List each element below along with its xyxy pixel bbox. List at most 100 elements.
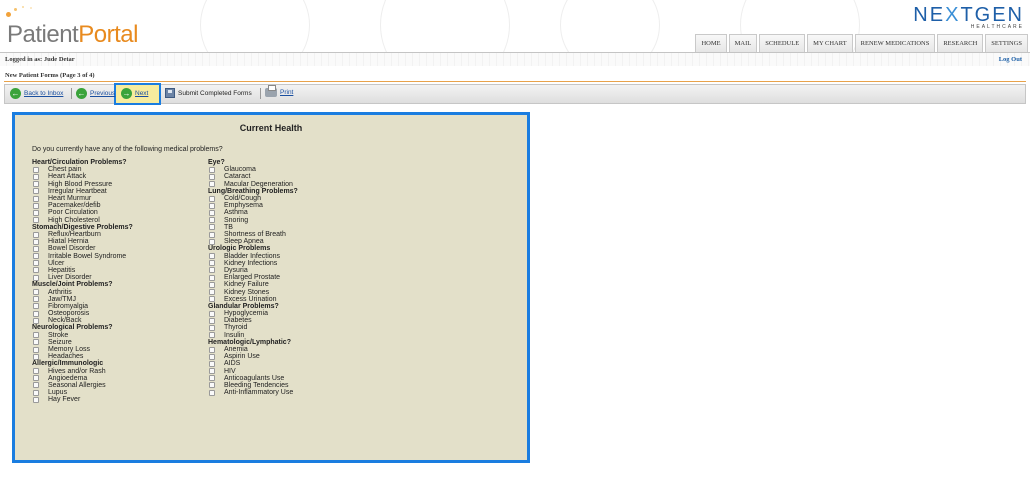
checkbox-option[interactable]: Asthma: [208, 209, 298, 216]
nav-home[interactable]: HOME: [695, 34, 727, 52]
checkbox[interactable]: [209, 274, 215, 281]
previous-button[interactable]: ← Previous: [76, 88, 115, 99]
checkbox[interactable]: [33, 260, 39, 267]
checkbox-option[interactable]: Thyroid: [208, 324, 298, 331]
checkbox[interactable]: [33, 238, 39, 245]
checkbox[interactable]: [33, 317, 39, 324]
checkbox-option[interactable]: Kidney Failure: [208, 281, 298, 288]
checkbox[interactable]: [209, 289, 215, 296]
checkbox[interactable]: [209, 332, 215, 339]
checkbox-option[interactable]: Irregular Heartbeat: [32, 188, 133, 195]
checkbox[interactable]: [209, 389, 215, 396]
checkbox[interactable]: [33, 382, 39, 389]
checkbox-option[interactable]: Hypoglycemia: [208, 310, 298, 317]
checkbox[interactable]: [33, 173, 39, 180]
checkbox[interactable]: [209, 353, 215, 360]
checkbox-option[interactable]: Chest pain: [32, 166, 133, 173]
next-button[interactable]: → Next: [121, 88, 148, 99]
checkbox-option[interactable]: Angioedema: [32, 375, 133, 382]
checkbox[interactable]: [209, 260, 215, 267]
checkbox-option[interactable]: Liver Disorder: [32, 274, 133, 281]
checkbox[interactable]: [209, 181, 215, 188]
checkbox[interactable]: [33, 267, 39, 274]
nav-mail[interactable]: MAIL: [728, 34, 758, 52]
checkbox-option[interactable]: High Cholesterol: [32, 217, 133, 224]
checkbox-option[interactable]: Poor Circulation: [32, 209, 133, 216]
checkbox-option[interactable]: Stroke: [32, 332, 133, 339]
checkbox[interactable]: [33, 375, 39, 382]
checkbox-option[interactable]: Jaw/TMJ: [32, 296, 133, 303]
checkbox-option[interactable]: Hepatitis: [32, 267, 133, 274]
checkbox-option[interactable]: Pacemaker/defib: [32, 202, 133, 209]
checkbox-option[interactable]: Emphysema: [208, 202, 298, 209]
checkbox-option[interactable]: HIV: [208, 368, 298, 375]
checkbox[interactable]: [33, 310, 39, 317]
checkbox-option[interactable]: Shortness of Breath: [208, 231, 298, 238]
checkbox[interactable]: [209, 231, 215, 238]
checkbox-option[interactable]: Enlarged Prostate: [208, 274, 298, 281]
checkbox-option[interactable]: Snoring: [208, 217, 298, 224]
checkbox-option[interactable]: Anti-Inflammatory Use: [208, 389, 298, 396]
checkbox-option[interactable]: Arthritis: [32, 288, 133, 296]
checkbox-option[interactable]: Neck/Back: [32, 317, 133, 324]
checkbox[interactable]: [209, 346, 215, 353]
nav-settings[interactable]: SETTINGS: [985, 34, 1028, 52]
checkbox-option[interactable]: Bleeding Tendencies: [208, 382, 298, 389]
checkbox-option[interactable]: Headaches: [32, 353, 133, 360]
checkbox-option[interactable]: Hives and/or Rash: [32, 368, 133, 375]
checkbox[interactable]: [209, 253, 215, 260]
checkbox[interactable]: [33, 389, 39, 396]
checkbox[interactable]: [209, 224, 215, 231]
checkbox[interactable]: [33, 296, 39, 303]
checkbox[interactable]: [33, 339, 39, 346]
checkbox-option[interactable]: Macular Degeneration: [208, 181, 298, 188]
checkbox-option[interactable]: Kidney Stones: [208, 288, 298, 296]
checkbox-option[interactable]: Anticoagulants Use: [208, 375, 298, 382]
nav-schedule[interactable]: SCHEDULE: [759, 34, 806, 52]
print-button[interactable]: Print: [265, 85, 293, 97]
checkbox-option[interactable]: Cataract: [208, 173, 298, 180]
checkbox[interactable]: [33, 231, 39, 238]
checkbox[interactable]: [209, 281, 215, 288]
checkbox[interactable]: [209, 296, 215, 303]
checkbox-option[interactable]: Bladder Infections: [208, 252, 298, 260]
checkbox[interactable]: [209, 382, 215, 389]
checkbox-option[interactable]: Anemia: [208, 346, 298, 353]
checkbox[interactable]: [33, 368, 39, 375]
back-to-inbox-button[interactable]: ← Back to Inbox: [10, 88, 63, 99]
checkbox-option[interactable]: Heart Murmur: [32, 195, 133, 202]
checkbox[interactable]: [209, 202, 215, 209]
checkbox-option[interactable]: Osteoporosis: [32, 310, 133, 317]
checkbox[interactable]: [209, 217, 215, 224]
checkbox[interactable]: [33, 274, 39, 281]
checkbox[interactable]: [33, 353, 39, 360]
checkbox[interactable]: [33, 181, 39, 188]
checkbox[interactable]: [209, 368, 215, 375]
checkbox[interactable]: [209, 310, 215, 317]
checkbox[interactable]: [33, 166, 39, 173]
checkbox-option[interactable]: Memory Loss: [32, 346, 133, 353]
checkbox-option[interactable]: Hay Fever: [32, 396, 133, 403]
checkbox[interactable]: [209, 324, 215, 331]
checkbox[interactable]: [209, 173, 215, 180]
checkbox[interactable]: [33, 303, 39, 310]
previous-link[interactable]: Previous: [90, 90, 115, 97]
checkbox-option[interactable]: Cold/Cough: [208, 195, 298, 202]
checkbox-option[interactable]: Seizure: [32, 339, 133, 346]
checkbox[interactable]: [209, 375, 215, 382]
checkbox-option[interactable]: Bowel Disorder: [32, 245, 133, 252]
checkbox[interactable]: [33, 202, 39, 209]
checkbox[interactable]: [33, 346, 39, 353]
checkbox[interactable]: [33, 245, 39, 252]
checkbox[interactable]: [209, 238, 215, 245]
checkbox-option[interactable]: Kidney Infections: [208, 260, 298, 267]
checkbox[interactable]: [209, 267, 215, 274]
nav-research[interactable]: RESEARCH: [937, 34, 984, 52]
checkbox[interactable]: [33, 188, 39, 195]
checkbox-option[interactable]: Reflux/Heartburn: [32, 231, 133, 238]
submit-completed-forms-button[interactable]: Submit Completed Forms: [165, 88, 252, 98]
checkbox-option[interactable]: Sleep Apnea: [208, 238, 298, 245]
checkbox-option[interactable]: Insulin: [208, 332, 298, 339]
nav-my-chart[interactable]: MY CHART: [807, 34, 853, 52]
checkbox-option[interactable]: High Blood Pressure: [32, 181, 133, 188]
